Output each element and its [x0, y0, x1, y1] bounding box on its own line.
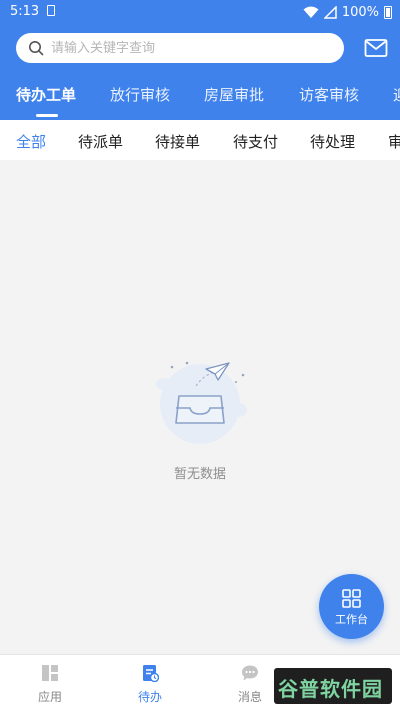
- workbench-button[interactable]: 工作台: [319, 574, 384, 639]
- nav-label-todo: 待办: [137, 690, 162, 704]
- battery-percent: 100%: [341, 4, 379, 20]
- signal-icon: [323, 5, 337, 19]
- main-tabs: 待办工单 放行审核 房屋审批 访客审核 迎: [0, 80, 400, 120]
- watermark-text: 谷普软件园: [278, 677, 383, 701]
- message-icon: [242, 665, 258, 681]
- search-icon: [29, 41, 44, 56]
- watermark-logo: 谷普软件园: [274, 668, 392, 704]
- apps-icon: [42, 665, 58, 681]
- search-bar[interactable]: [16, 33, 344, 63]
- status-right-group: 100%: [303, 3, 392, 21]
- search-input[interactable]: [51, 33, 331, 63]
- app-header: 5:13 100% 待办工单 放行审核 房屋审批 访客审核 迎: [0, 0, 400, 120]
- wifi-icon: [303, 6, 319, 18]
- status-bar: 5:13 100%: [0, 0, 400, 24]
- tab-more[interactable]: 迎: [393, 84, 400, 105]
- status-time: 5:13: [10, 4, 40, 19]
- workbench-label: 工作台: [335, 613, 368, 626]
- nav-item-apps[interactable]: 应用: [0, 655, 100, 711]
- mail-icon[interactable]: [364, 38, 388, 58]
- tab-visitor-review[interactable]: 访客审核: [299, 84, 359, 105]
- grid-icon: [342, 589, 361, 608]
- nav-item-todo[interactable]: 待办: [100, 655, 200, 711]
- status-filter-tabs: 全部 待派单 待接单 待支付 待处理 审: [0, 120, 400, 160]
- filter-tab-to-process[interactable]: 待处理: [310, 131, 355, 152]
- todo-icon: [143, 665, 159, 682]
- empty-state-text: 暂无数据: [173, 467, 226, 482]
- battery-icon: [384, 5, 392, 19]
- filter-tab-to-accept[interactable]: 待接单: [155, 131, 200, 152]
- tab-pending-orders[interactable]: 待办工单: [16, 84, 76, 105]
- tab-housing-approval[interactable]: 房屋审批: [204, 84, 264, 105]
- sim-card-icon: [47, 5, 55, 16]
- tab-release-review[interactable]: 放行审核: [110, 84, 170, 105]
- filter-tab-to-pay[interactable]: 待支付: [233, 131, 278, 152]
- nav-label-apps: 应用: [37, 690, 62, 704]
- active-tab-indicator: [36, 114, 58, 117]
- filter-tab-all[interactable]: 全部: [16, 131, 46, 152]
- filter-tab-to-dispatch[interactable]: 待派单: [78, 131, 123, 152]
- empty-inbox-icon: [156, 361, 247, 444]
- filter-tab-more[interactable]: 审: [388, 131, 400, 152]
